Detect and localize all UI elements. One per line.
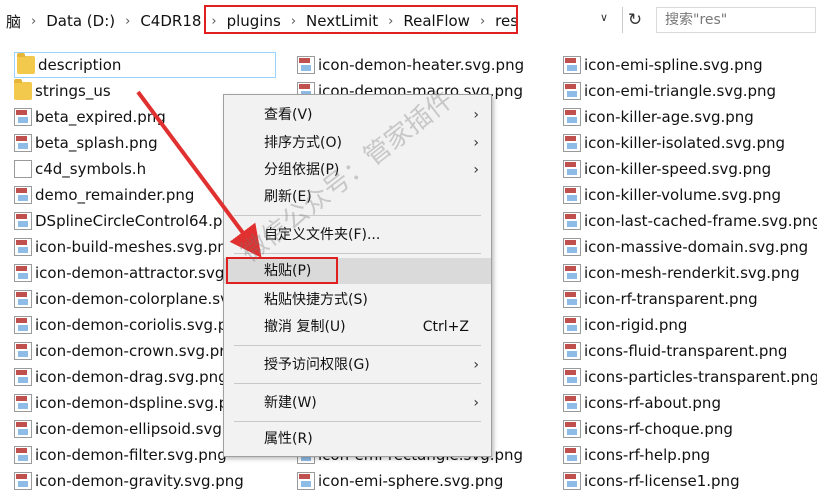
red-arrow-annotation [136, 90, 262, 258]
